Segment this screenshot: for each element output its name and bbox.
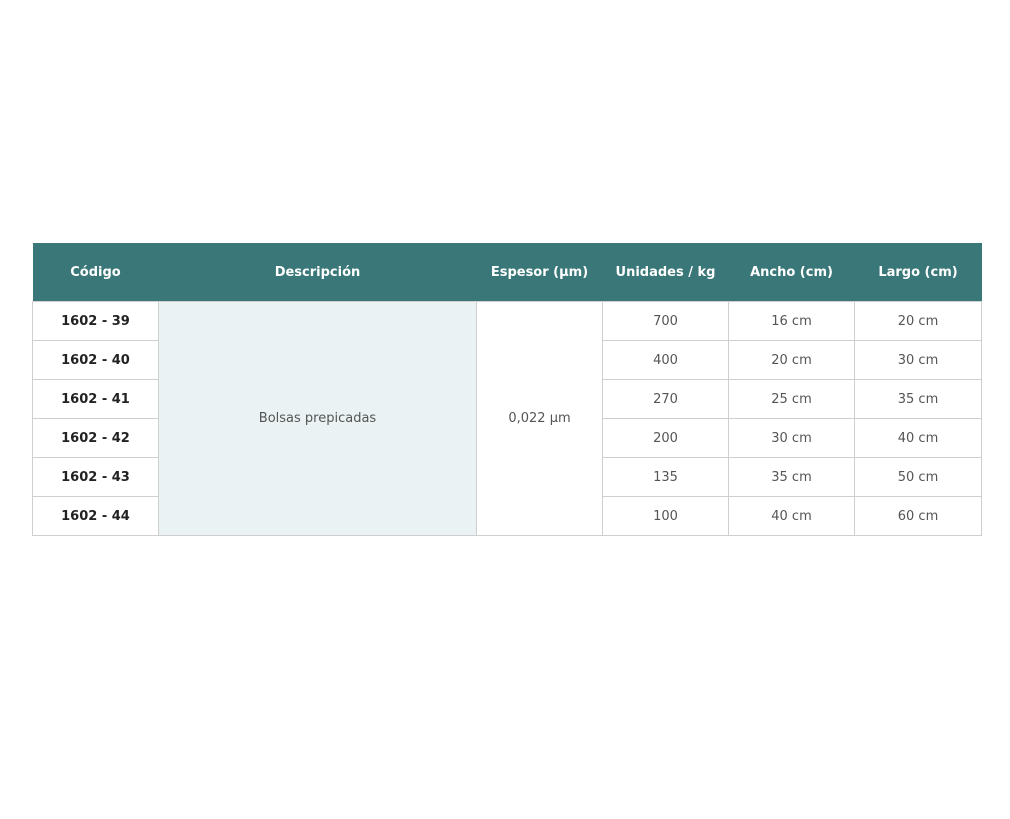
length-cell: 35 cm [854,379,982,419]
header-descripcion: Descripción [158,243,477,302]
length-cell: 40 cm [854,418,982,458]
code-cell: 1602 - 43 [32,457,159,497]
length-cell: 60 cm [854,496,982,536]
width-cell: 40 cm [728,496,855,536]
code-cell: 1602 - 40 [32,340,159,380]
length-cell: 20 cm [854,301,982,341]
units-cell: 100 [602,496,729,536]
length-cell: 30 cm [854,340,982,380]
units-cell: 200 [602,418,729,458]
header-codigo: Código [32,243,159,302]
code-cell: 1602 - 39 [32,301,159,341]
header-ancho: Ancho (cm) [728,243,855,302]
header-espesor: Espesor (µm) [476,243,603,302]
table-body: 1602 - 39 Bolsas prepicadas 0,022 µm 700… [32,301,982,536]
units-cell: 400 [602,340,729,380]
header-unidades: Unidades / kg [602,243,729,302]
width-cell: 25 cm [728,379,855,419]
table-row: 1602 - 39 Bolsas prepicadas 0,022 µm 700… [32,301,982,536]
description-cell: Bolsas prepicadas [158,301,477,536]
header-largo: Largo (cm) [854,243,982,302]
table-header: Código Descripción Espesor (µm) Unidades… [32,243,982,302]
width-cell: 35 cm [728,457,855,497]
units-cell: 270 [602,379,729,419]
width-cell: 16 cm [728,301,855,341]
units-cell: 135 [602,457,729,497]
length-cell: 50 cm [854,457,982,497]
code-cell: 1602 - 42 [32,418,159,458]
width-cell: 30 cm [728,418,855,458]
header-row: Código Descripción Espesor (µm) Unidades… [32,243,982,302]
width-cell: 20 cm [728,340,855,380]
units-cell: 700 [602,301,729,341]
code-cell: 1602 - 41 [32,379,159,419]
code-cell: 1602 - 44 [32,496,159,536]
thickness-cell: 0,022 µm [476,301,603,536]
product-spec-table: Código Descripción Espesor (µm) Unidades… [32,243,982,536]
